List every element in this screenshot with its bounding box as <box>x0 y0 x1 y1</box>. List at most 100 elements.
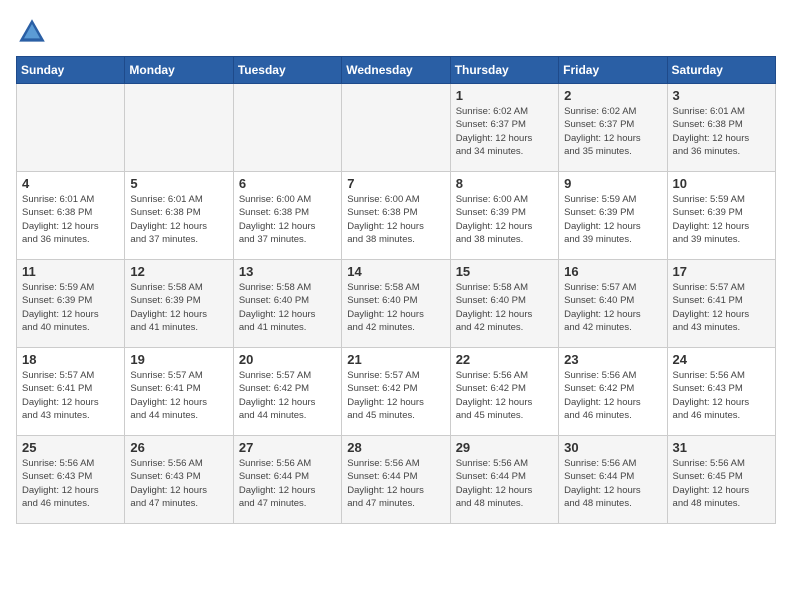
day-detail: Sunrise: 5:57 AM Sunset: 6:40 PM Dayligh… <box>564 281 661 334</box>
day-number: 13 <box>239 264 336 279</box>
day-cell: 13 Sunrise: 5:58 AM Sunset: 6:40 PM Dayli… <box>233 260 341 348</box>
day-number: 20 <box>239 352 336 367</box>
day-cell <box>17 84 125 172</box>
day-detail: Sunrise: 5:56 AM Sunset: 6:43 PM Dayligh… <box>22 457 119 510</box>
day-cell: 7Sunrise: 6:00 AM Sunset: 6:38 PM Daylig… <box>342 172 450 260</box>
day-detail: Sunrise: 5:58 AM Sunset: 6:40 PM Dayligh… <box>347 281 444 334</box>
day-number: 27 <box>239 440 336 455</box>
day-cell: 28Sunrise: 5:56 AM Sunset: 6:44 PM Dayli… <box>342 436 450 524</box>
page-header <box>16 16 776 48</box>
day-cell: 15 Sunrise: 5:58 AM Sunset: 6:40 PM Dayli… <box>450 260 558 348</box>
day-number: 14 <box>347 264 444 279</box>
day-number: 23 <box>564 352 661 367</box>
day-number: 5 <box>130 176 227 191</box>
header-cell-monday: Monday <box>125 57 233 84</box>
day-number: 30 <box>564 440 661 455</box>
day-cell: 1Sunrise: 6:02 AM Sunset: 6:37 PM Daylig… <box>450 84 558 172</box>
header-cell-tuesday: Tuesday <box>233 57 341 84</box>
week-row-1: 1 Sunrise: 6:02 AM Sunset: 6:37 PM Daylig… <box>17 84 776 172</box>
day-cell: 27 Sunrise: 5:56 AM Sunset: 6:44 PM Dayli… <box>233 436 341 524</box>
day-cell: 30 Sunrise: 5:56 AM Sunset: 6:44 PM Dayli… <box>559 436 667 524</box>
day-number: 9 <box>564 176 661 191</box>
day-number: 22 <box>456 352 553 367</box>
day-number: 7 <box>347 176 444 191</box>
day-detail: Sunrise: 5:57 AM Sunset: 6:41 PM Dayligh… <box>130 369 227 422</box>
day-cell: 18 Sunrise: 5:57 AM Sunset: 6:41 PM Dayli… <box>17 348 125 436</box>
day-detail: Sunrise: 5:57 AM Sunset: 6:41 PM Dayligh… <box>673 281 770 334</box>
day-cell: 29 Sunrise: 5:56 AM Sunset: 6:44 PM Dayli… <box>450 436 558 524</box>
day-detail: Sunrise: 5:57 AM Sunset: 6:42 PM Dayligh… <box>239 369 336 422</box>
day-number: 2 <box>564 88 661 103</box>
day-detail: Sunrise: 5:58 AM Sunset: 6:39 PM Dayligh… <box>130 281 227 334</box>
logo <box>16 16 52 48</box>
day-cell: 6 Sunrise: 6:00 AM Sunset: 6:38 PM Daylig… <box>233 172 341 260</box>
week-row-3: 11 Sunrise: 5:59 AM Sunset: 6:39 PM Dayli… <box>17 260 776 348</box>
day-cell: 16 Sunrise: 5:57 AM Sunset: 6:40 PM Dayli… <box>559 260 667 348</box>
day-detail: Sunrise: 5:59 AM Sunset: 6:39 PM Dayligh… <box>673 193 770 246</box>
day-number: 1 <box>456 88 553 103</box>
calendar-body: 1 Sunrise: 6:02 AM Sunset: 6:37 PM Daylig… <box>17 84 776 524</box>
header-cell-thursday: Thursday <box>450 57 558 84</box>
day-cell: 8 Sunrise: 6:00 AM Sunset: 6:39 PM Daylig… <box>450 172 558 260</box>
day-number: 8 <box>456 176 553 191</box>
week-row-2: 4Sunrise: 6:01 AM Sunset: 6:38 PM Daylig… <box>17 172 776 260</box>
day-number: 10 <box>673 176 770 191</box>
day-detail: Sunrise: 5:57 AM Sunset: 6:42 PM Dayligh… <box>347 369 444 422</box>
day-number: 16 <box>564 264 661 279</box>
day-cell: 21 Sunrise: 5:57 AM Sunset: 6:42 PM Dayli… <box>342 348 450 436</box>
calendar-header: SundayMondayTuesdayWednesdayThursdayFrid… <box>17 57 776 84</box>
day-detail: Sunrise: 5:56 AM Sunset: 6:43 PM Dayligh… <box>673 369 770 422</box>
day-cell: 22 Sunrise: 5:56 AM Sunset: 6:42 PM Dayli… <box>450 348 558 436</box>
day-cell: 5 Sunrise: 6:01 AM Sunset: 6:38 PM Daylig… <box>125 172 233 260</box>
calendar-table: SundayMondayTuesdayWednesdayThursdayFrid… <box>16 56 776 524</box>
header-cell-saturday: Saturday <box>667 57 775 84</box>
day-cell <box>342 84 450 172</box>
day-detail: Sunrise: 5:56 AM Sunset: 6:43 PM Dayligh… <box>130 457 227 510</box>
day-number: 3 <box>673 88 770 103</box>
day-number: 18 <box>22 352 119 367</box>
day-detail: Sunrise: 5:56 AM Sunset: 6:44 PM Dayligh… <box>239 457 336 510</box>
day-detail: Sunrise: 6:02 AM Sunset: 6:37 PM Dayligh… <box>564 105 661 158</box>
day-number: 15 <box>456 264 553 279</box>
day-detail: Sunrise: 5:56 AM Sunset: 6:44 PM Dayligh… <box>564 457 661 510</box>
day-number: 11 <box>22 264 119 279</box>
week-row-5: 25 Sunrise: 5:56 AM Sunset: 6:43 PM Dayli… <box>17 436 776 524</box>
header-cell-wednesday: Wednesday <box>342 57 450 84</box>
day-cell: 24Sunrise: 5:56 AM Sunset: 6:43 PM Dayli… <box>667 348 775 436</box>
day-detail: Sunrise: 5:59 AM Sunset: 6:39 PM Dayligh… <box>564 193 661 246</box>
day-detail: Sunrise: 5:56 AM Sunset: 6:44 PM Dayligh… <box>456 457 553 510</box>
day-cell: 19Sunrise: 5:57 AM Sunset: 6:41 PM Dayli… <box>125 348 233 436</box>
day-cell: 3 Sunrise: 6:01 AM Sunset: 6:38 PM Daylig… <box>667 84 775 172</box>
day-cell: 31 Sunrise: 5:56 AM Sunset: 6:45 PM Dayli… <box>667 436 775 524</box>
day-detail: Sunrise: 5:57 AM Sunset: 6:41 PM Dayligh… <box>22 369 119 422</box>
day-detail: Sunrise: 5:58 AM Sunset: 6:40 PM Dayligh… <box>456 281 553 334</box>
day-number: 29 <box>456 440 553 455</box>
day-number: 26 <box>130 440 227 455</box>
day-detail: Sunrise: 6:01 AM Sunset: 6:38 PM Dayligh… <box>22 193 119 246</box>
day-number: 25 <box>22 440 119 455</box>
day-cell: 23 Sunrise: 5:56 AM Sunset: 6:42 PM Dayli… <box>559 348 667 436</box>
day-cell: 2 Sunrise: 6:02 AM Sunset: 6:37 PM Daylig… <box>559 84 667 172</box>
day-cell: 12 Sunrise: 5:58 AM Sunset: 6:39 PM Dayli… <box>125 260 233 348</box>
day-number: 6 <box>239 176 336 191</box>
day-detail: Sunrise: 5:56 AM Sunset: 6:42 PM Dayligh… <box>456 369 553 422</box>
day-detail: Sunrise: 5:56 AM Sunset: 6:45 PM Dayligh… <box>673 457 770 510</box>
day-detail: Sunrise: 6:01 AM Sunset: 6:38 PM Dayligh… <box>130 193 227 246</box>
day-number: 17 <box>673 264 770 279</box>
day-detail: Sunrise: 6:01 AM Sunset: 6:38 PM Dayligh… <box>673 105 770 158</box>
day-detail: Sunrise: 6:00 AM Sunset: 6:38 PM Dayligh… <box>239 193 336 246</box>
day-number: 21 <box>347 352 444 367</box>
day-cell: 14 Sunrise: 5:58 AM Sunset: 6:40 PM Dayli… <box>342 260 450 348</box>
day-detail: Sunrise: 5:56 AM Sunset: 6:44 PM Dayligh… <box>347 457 444 510</box>
week-row-4: 18 Sunrise: 5:57 AM Sunset: 6:41 PM Dayli… <box>17 348 776 436</box>
day-detail: Sunrise: 5:56 AM Sunset: 6:42 PM Dayligh… <box>564 369 661 422</box>
day-detail: Sunrise: 5:59 AM Sunset: 6:39 PM Dayligh… <box>22 281 119 334</box>
day-cell: 25 Sunrise: 5:56 AM Sunset: 6:43 PM Dayli… <box>17 436 125 524</box>
day-detail: Sunrise: 5:58 AM Sunset: 6:40 PM Dayligh… <box>239 281 336 334</box>
day-detail: Sunrise: 6:00 AM Sunset: 6:39 PM Dayligh… <box>456 193 553 246</box>
day-cell: 10 Sunrise: 5:59 AM Sunset: 6:39 PM Dayli… <box>667 172 775 260</box>
day-cell: 11 Sunrise: 5:59 AM Sunset: 6:39 PM Dayli… <box>17 260 125 348</box>
day-number: 12 <box>130 264 227 279</box>
day-number: 31 <box>673 440 770 455</box>
day-cell <box>125 84 233 172</box>
